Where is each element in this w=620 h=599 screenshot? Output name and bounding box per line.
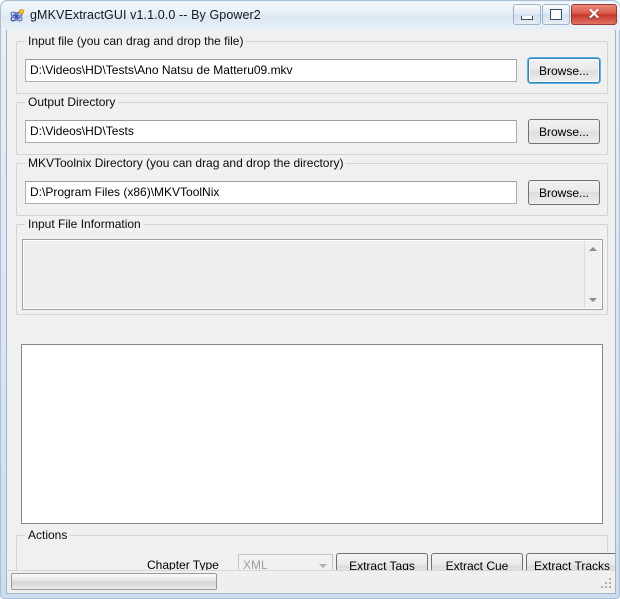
output-directory-path-input[interactable]: D:\Videos\HD\Tests: [25, 120, 517, 143]
title-bar[interactable]: gMKVExtractGUI v1.1.0.0 -- By Gpower2 ✕: [2, 2, 620, 30]
app-atom-icon: [9, 8, 25, 24]
input-file-information-scrollbar[interactable]: [584, 241, 601, 308]
minimize-button[interactable]: [513, 4, 541, 25]
resize-grip-icon[interactable]: [601, 578, 613, 590]
output-directory-browse-button[interactable]: Browse...: [528, 119, 600, 144]
actions-group-label: Actions: [25, 528, 71, 542]
input-file-group: Input file (you can drag and drop the fi…: [16, 34, 608, 94]
input-file-group-label: Input file (you can drag and drop the fi…: [25, 34, 247, 48]
input-file-information-panel[interactable]: [22, 239, 603, 310]
application-window: gMKVExtractGUI v1.1.0.0 -- By Gpower2 ✕ …: [0, 0, 620, 599]
minimize-icon: [514, 5, 540, 24]
close-button[interactable]: ✕: [571, 4, 617, 25]
client-area: Input file (you can drag and drop the fi…: [6, 30, 616, 594]
scroll-up-arrow-icon[interactable]: [585, 241, 601, 257]
status-bar: [8, 570, 615, 592]
window-controls: ✕: [513, 4, 617, 25]
close-icon: ✕: [572, 5, 616, 24]
tracks-list-panel[interactable]: [21, 344, 603, 524]
scroll-down-arrow-icon[interactable]: [585, 292, 601, 308]
output-directory-group: Output Directory D:\Videos\HD\Tests Brow…: [16, 95, 608, 155]
input-file-browse-button[interactable]: Browse...: [528, 58, 600, 83]
mkvtoolnix-directory-group-label: MKVToolnix Directory (you can drag and d…: [25, 156, 347, 170]
mkvtoolnix-directory-path-input[interactable]: D:\Program Files (x86)\MKVToolNix: [25, 181, 517, 204]
close-glyph: ✕: [587, 6, 601, 23]
input-file-path-input[interactable]: D:\Videos\HD\Tests\Ano Natsu de Matteru0…: [25, 59, 517, 82]
maximize-icon: [543, 5, 569, 24]
maximize-button[interactable]: [542, 4, 570, 25]
mkvtoolnix-directory-group: MKVToolnix Directory (you can drag and d…: [16, 156, 608, 216]
input-file-information-group: Input File Information: [16, 217, 608, 315]
progress-bar: [11, 573, 217, 590]
output-directory-group-label: Output Directory: [25, 95, 119, 109]
mkvtoolnix-directory-browse-button[interactable]: Browse...: [528, 180, 600, 205]
window-title: gMKVExtractGUI v1.1.0.0 -- By Gpower2: [30, 8, 261, 22]
input-file-information-group-label: Input File Information: [25, 217, 144, 231]
